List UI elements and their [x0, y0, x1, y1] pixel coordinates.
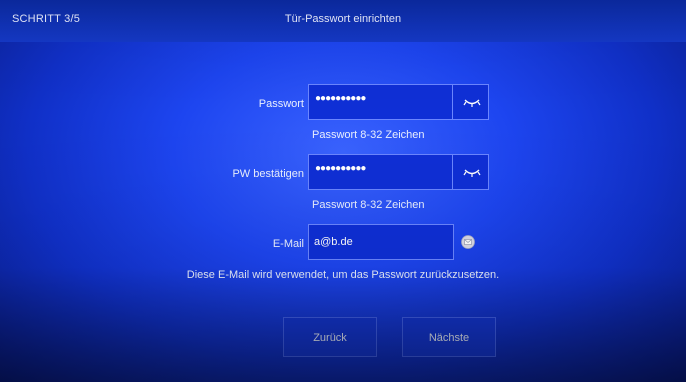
top-bar: SCHRITT 3/5 Tür-Passwort einrichten — [0, 0, 686, 42]
password-visibility-toggle[interactable] — [452, 85, 491, 119]
confirm-password-field[interactable]: ●●●●●●●●●● — [308, 154, 489, 190]
eye-closed-icon — [463, 99, 481, 107]
email-field[interactable]: a@b.de — [308, 224, 454, 260]
setup-screen: SCHRITT 3/5 Tür-Passwort einrichten Pass… — [0, 0, 686, 382]
next-button[interactable]: Nächste — [402, 317, 496, 357]
password-hint: Passwort 8-32 Zeichen — [312, 129, 425, 141]
email-info-text: Diese E-Mail wird verwendet, um das Pass… — [186, 269, 500, 281]
confirm-password-visibility-toggle[interactable] — [452, 155, 491, 189]
confirm-password-value: ●●●●●●●●●● — [315, 163, 366, 174]
email-value: a@b.de — [314, 236, 353, 248]
password-value: ●●●●●●●●●● — [315, 93, 366, 104]
confirm-password-hint: Passwort 8-32 Zeichen — [312, 199, 425, 211]
password-label: Passwort — [258, 98, 304, 110]
page-title: Tür-Passwort einrichten — [284, 13, 402, 25]
eye-closed-icon — [463, 169, 481, 177]
email-label: E-Mail — [272, 238, 304, 250]
password-field[interactable]: ●●●●●●●●●● — [308, 84, 489, 120]
back-button[interactable]: Zurück — [283, 317, 377, 357]
confirm-password-label: PW bestätigen — [232, 168, 304, 180]
email-icon — [461, 235, 475, 249]
